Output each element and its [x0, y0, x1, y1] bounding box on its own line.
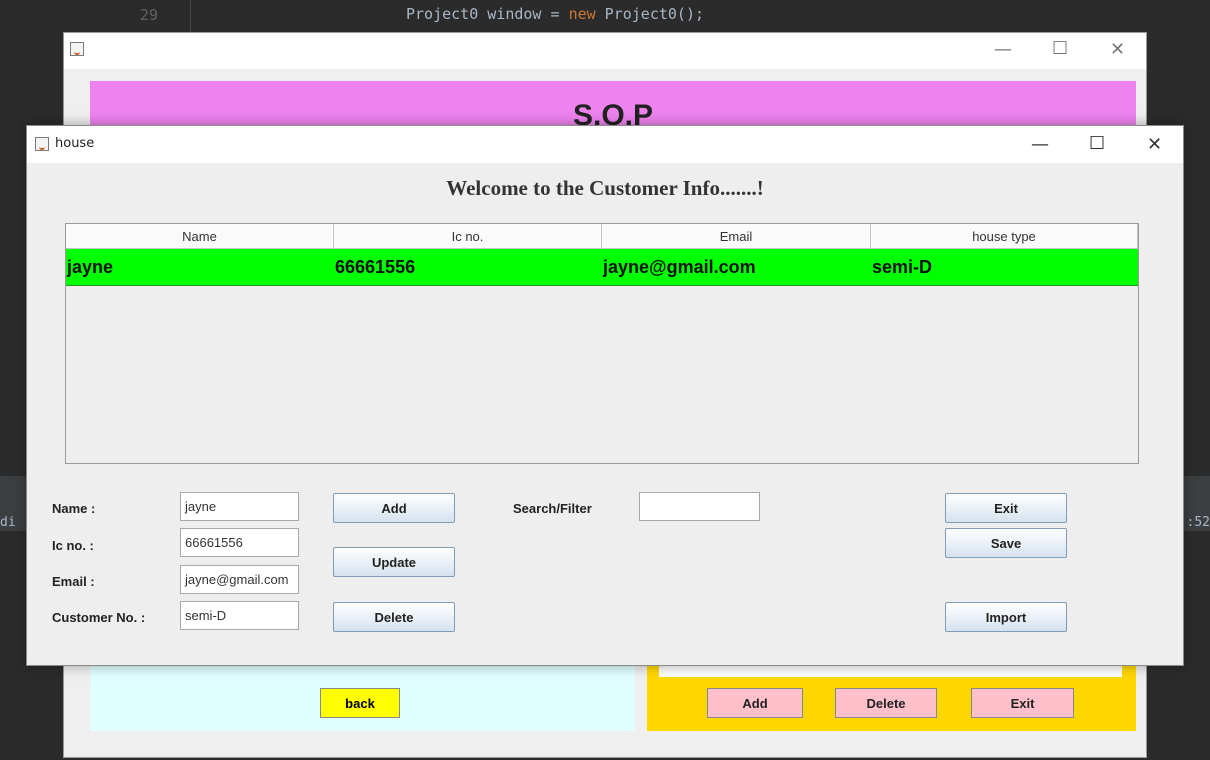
- ide-code-suffix: Project0();: [595, 5, 705, 23]
- add-button[interactable]: Add: [333, 493, 455, 523]
- ic-label: Ic no. :: [52, 538, 94, 553]
- bg-exit-button[interactable]: Exit: [971, 688, 1074, 718]
- name-label: Name :: [52, 501, 96, 516]
- search-input[interactable]: [639, 492, 760, 521]
- column-header-ic[interactable]: Ic no.: [334, 224, 602, 248]
- customer-table: Name Ic no. Email house type jayne 66661…: [65, 223, 1139, 464]
- customer-no-input[interactable]: semi-D: [180, 601, 299, 630]
- ide-right-fragment: :52: [1186, 515, 1210, 530]
- ide-code-prefix: Project0 window =: [406, 5, 569, 23]
- maximize-icon[interactable]: ☐: [1089, 133, 1105, 154]
- name-input[interactable]: jayne: [180, 492, 299, 521]
- customer-no-label: Customer No. :: [52, 610, 146, 625]
- window-title: house: [55, 136, 95, 151]
- ide-line-number: 29: [140, 6, 159, 24]
- cell-email[interactable]: jayne@gmail.com: [602, 249, 871, 285]
- yellow-panel-field[interactable]: [659, 665, 1122, 677]
- save-button[interactable]: Save: [945, 528, 1067, 558]
- ic-input[interactable]: 66661556: [180, 528, 299, 557]
- column-header-house-type[interactable]: house type: [871, 224, 1138, 248]
- maximize-icon[interactable]: ☐: [1052, 38, 1068, 59]
- exit-button[interactable]: Exit: [945, 493, 1067, 523]
- email-input[interactable]: jayne@gmail.com: [180, 565, 299, 594]
- ide-code-text: Project0 window = new Project0();: [406, 5, 704, 23]
- java-icon: [70, 42, 84, 56]
- house-window-titlebar: house — ☐ ✕: [27, 126, 1183, 163]
- column-header-name[interactable]: Name: [66, 224, 334, 248]
- ide-code-keyword: new: [568, 5, 596, 23]
- java-icon: [35, 137, 49, 151]
- minimize-icon[interactable]: —: [1031, 134, 1049, 155]
- page-title: Welcome to the Customer Info.......!: [446, 176, 764, 200]
- close-icon[interactable]: ✕: [1110, 39, 1125, 60]
- email-label: Email :: [52, 574, 95, 589]
- background-window-titlebar: — ☐ ✕: [64, 33, 1146, 69]
- house-window: house — ☐ ✕ Welcome to the Customer Info…: [26, 125, 1184, 666]
- table-row[interactable]: jayne 66661556 jayne@gmail.com semi-D: [66, 249, 1138, 286]
- cell-ic[interactable]: 66661556: [334, 249, 602, 285]
- table-header: Name Ic no. Email house type: [66, 224, 1138, 249]
- ide-left-fragment: di: [0, 515, 16, 530]
- cell-house-type[interactable]: semi-D: [871, 249, 1138, 285]
- bg-add-button[interactable]: Add: [707, 688, 803, 718]
- close-icon[interactable]: ✕: [1147, 134, 1162, 155]
- update-button[interactable]: Update: [333, 547, 455, 577]
- cell-name[interactable]: jayne: [66, 249, 334, 285]
- import-button[interactable]: Import: [945, 602, 1067, 632]
- minimize-icon[interactable]: —: [994, 39, 1012, 60]
- bg-delete-button[interactable]: Delete: [835, 688, 937, 718]
- delete-button[interactable]: Delete: [333, 602, 455, 632]
- ide-code-line: 29 Project0 window = new Project0();: [0, 0, 1210, 34]
- back-button[interactable]: back: [320, 688, 400, 718]
- ide-gutter: [190, 0, 191, 34]
- search-filter-label: Search/Filter: [513, 501, 592, 516]
- column-header-email[interactable]: Email: [602, 224, 871, 248]
